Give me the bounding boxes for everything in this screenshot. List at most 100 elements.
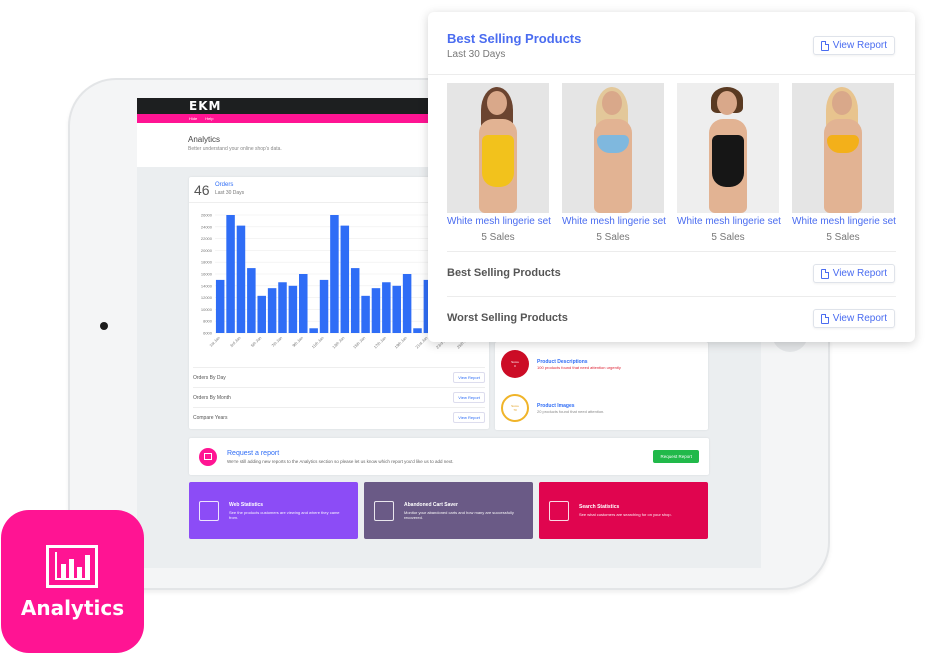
y-tick-label: 20000	[201, 248, 213, 253]
view-report-button[interactable]: View Report	[453, 392, 485, 403]
product-sales: 5 Sales	[481, 232, 515, 243]
x-tick-label: 13th Jan	[331, 335, 345, 349]
view-report-button[interactable]: View Report	[812, 309, 895, 328]
x-tick-label: 9th Jan	[291, 335, 304, 348]
orders-title[interactable]: Orders	[215, 182, 233, 188]
bar[interactable]	[402, 274, 412, 333]
best-selling-popup: Best Selling Products Last 30 Days View …	[428, 12, 915, 342]
x-tick-label: 5th Jan	[250, 335, 263, 348]
orders-subtitle: Last 30 Days	[215, 190, 245, 196]
x-tick-label: 11th Jan	[311, 335, 325, 349]
bar[interactable]	[309, 328, 318, 333]
product-sales: 5 Sales	[826, 232, 860, 243]
x-tick-label: 15th Jan	[352, 335, 366, 349]
y-tick-label: 14000	[201, 283, 213, 288]
bar[interactable]	[247, 268, 256, 333]
product-name[interactable]: White mesh lingerie set	[447, 216, 551, 227]
score-badge: Score 0	[501, 350, 529, 378]
product-name[interactable]: White mesh lingerie set	[677, 216, 781, 227]
view-report-button[interactable]: View Report	[453, 412, 485, 423]
product-image[interactable]	[792, 83, 894, 213]
product-health-card: Score 0 Product Descriptions 100 product…	[495, 342, 708, 430]
health-subtitle: 20 products found that need attention.	[537, 408, 605, 414]
product-name[interactable]: White mesh lingerie set	[792, 216, 896, 227]
ekm-logo[interactable]: EKM	[189, 99, 221, 113]
search-stats-icon	[549, 500, 569, 521]
report-row-orders-by-month: Orders By Month View Report	[193, 387, 485, 407]
x-tick-label: 1st Jan	[208, 335, 221, 348]
nav-help[interactable]: Help	[205, 116, 213, 121]
divider	[428, 74, 915, 75]
y-tick-label: 10000	[201, 307, 213, 312]
y-tick-label: 12000	[201, 295, 213, 300]
view-report-button[interactable]: View Report	[812, 264, 895, 283]
y-tick-label: 22000	[201, 236, 213, 241]
bar[interactable]	[340, 225, 350, 333]
health-item-images[interactable]: Score 70 Product Images 20 products foun…	[501, 394, 604, 422]
bar[interactable]	[350, 268, 360, 333]
tile-title: Web Statistics	[229, 501, 264, 508]
tile-abandoned-cart[interactable]: Abandoned Cart Saver Monitor your abandon…	[364, 482, 533, 539]
y-tick-label: 24000	[201, 224, 213, 229]
bar[interactable]	[413, 328, 422, 333]
bar[interactable]	[319, 279, 329, 333]
report-request-icon	[199, 447, 217, 466]
report-row-compare-years: Compare Years View Report	[193, 407, 485, 427]
bar[interactable]	[371, 288, 381, 333]
x-tick-label: 19th Jan	[393, 335, 407, 349]
view-report-button[interactable]: View Report	[453, 372, 485, 383]
document-icon	[820, 313, 829, 324]
product-image[interactable]	[447, 83, 549, 213]
product-sales: 5 Sales	[711, 232, 745, 243]
product-card[interactable]: White mesh lingerie set 5 Sales	[677, 83, 781, 243]
document-icon	[820, 40, 829, 51]
x-tick-label: 17th Jan	[373, 335, 387, 349]
badge-label: Analytics	[20, 596, 125, 620]
bar[interactable]	[215, 279, 225, 333]
y-tick-label: 16000	[201, 272, 213, 277]
report-label: Orders By Day	[193, 374, 226, 381]
product-list: White mesh lingerie set 5 Sales White me…	[447, 83, 896, 243]
bar[interactable]	[267, 288, 277, 333]
product-card[interactable]: White mesh lingerie set 5 Sales	[447, 83, 551, 243]
y-tick-label: 18000	[201, 260, 213, 265]
bar[interactable]	[382, 282, 391, 333]
tile-search-statistics[interactable]: Search Statistics See what customers are …	[539, 482, 708, 539]
tile-title: Search Statistics	[579, 504, 620, 510]
product-image[interactable]	[562, 83, 664, 213]
x-tick-label: 3rd Jan	[229, 335, 242, 348]
y-tick-label: 8000	[203, 319, 213, 324]
bar[interactable]	[361, 295, 370, 333]
view-report-button[interactable]: View Report	[812, 36, 895, 55]
bar[interactable]	[278, 282, 287, 333]
product-card[interactable]: White mesh lingerie set 5 Sales	[792, 83, 896, 243]
tile-web-statistics[interactable]: Web Statistics See the products customers…	[189, 482, 358, 539]
bar[interactable]	[257, 295, 266, 333]
nav-hide[interactable]: Hide	[189, 116, 197, 121]
product-image[interactable]	[677, 83, 779, 213]
y-tick-label: 6000	[203, 331, 213, 336]
health-item-descriptions[interactable]: Score 0 Product Descriptions 100 product…	[501, 350, 621, 378]
bar[interactable]	[299, 274, 308, 333]
product-sales: 5 Sales	[596, 232, 630, 243]
divider	[447, 251, 896, 252]
request-title: Request a report	[227, 449, 280, 457]
report-label: Compare Years	[193, 414, 228, 421]
bar[interactable]	[392, 285, 401, 333]
report-label: Orders By Month	[193, 394, 231, 401]
row-worst-selling: Worst Selling Products	[447, 312, 568, 324]
bar[interactable]	[226, 215, 235, 333]
tile-subtitle: See the products customers are viewing a…	[229, 509, 340, 520]
bar[interactable]	[236, 225, 246, 333]
tile-subtitle: See what customers are searching for on …	[579, 512, 672, 517]
product-card[interactable]: White mesh lingerie set 5 Sales	[562, 83, 666, 243]
request-report-card: Request a report We're still adding new …	[189, 438, 709, 475]
bar[interactable]	[330, 215, 339, 333]
health-subtitle: 100 products found that need attention u…	[537, 364, 621, 370]
bar[interactable]	[288, 285, 298, 333]
request-subtitle: We're still adding new reports to the An…	[227, 458, 454, 464]
product-name[interactable]: White mesh lingerie set	[562, 216, 666, 227]
y-tick-label: 26000	[201, 213, 213, 218]
popup-title: Best Selling Products	[447, 31, 582, 46]
request-report-button[interactable]: Request Report	[653, 450, 699, 463]
